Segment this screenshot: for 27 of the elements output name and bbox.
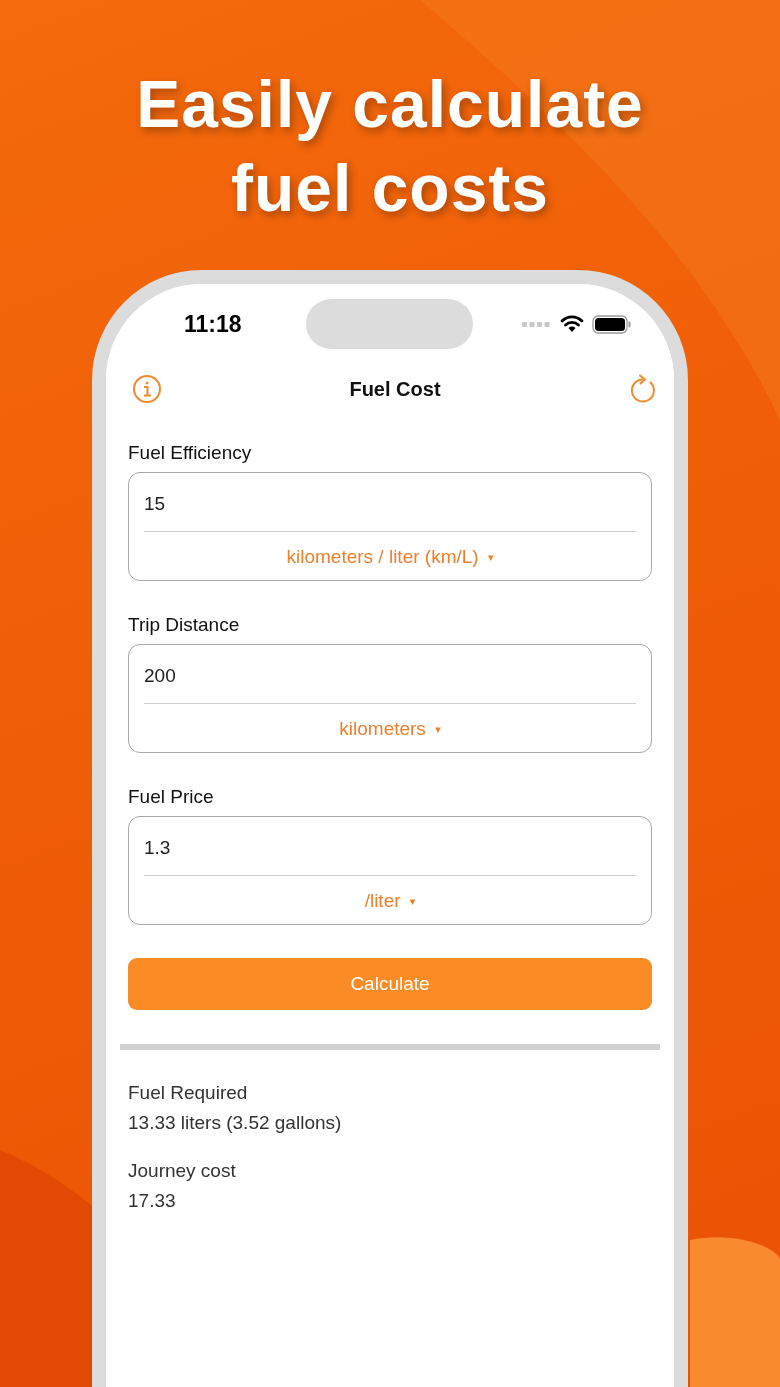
wifi-icon: [560, 315, 584, 333]
field-label: Fuel Efficiency: [128, 442, 253, 464]
value-field[interactable]: 200: [144, 645, 636, 704]
reset-button[interactable]: [628, 374, 658, 404]
result-label: Fuel Required: [128, 1082, 249, 1104]
field-card[interactable]: 200 kilometers $^{▾}$: [128, 644, 652, 753]
refresh-icon: [628, 374, 658, 404]
field-card[interactable]: 1.3 /liter $^{▾}$: [128, 816, 652, 925]
nav-title: Fuel Cost: [349, 377, 441, 401]
caret-icon: ▾: [409, 895, 416, 907]
battery-icon: [592, 314, 632, 334]
field-card[interactable]: 15 kilometers / liter (km/L) $^{▾}$: [128, 472, 652, 581]
caret-icon: ▾: [487, 551, 494, 563]
field-label: Fuel Price: [128, 786, 215, 808]
result-value: 17.33: [128, 1190, 177, 1212]
status-time: 11:18: [184, 310, 242, 338]
headline-text: Easily calculate: [136, 66, 644, 143]
caret-icon: ▾: [435, 723, 441, 735]
field-label: Trip Distance: [128, 614, 241, 636]
signal-icon: [522, 321, 550, 327]
info-button[interactable]: [132, 374, 162, 404]
result-label: Journey cost: [128, 1160, 237, 1182]
headline-text: fuel costs: [230, 150, 550, 227]
value-field[interactable]: 15: [144, 473, 636, 532]
info-icon: [132, 374, 162, 404]
value-field[interactable]: 1.3: [144, 817, 636, 876]
result-value: 13.33 liters (3.52 gallons): [128, 1112, 343, 1134]
